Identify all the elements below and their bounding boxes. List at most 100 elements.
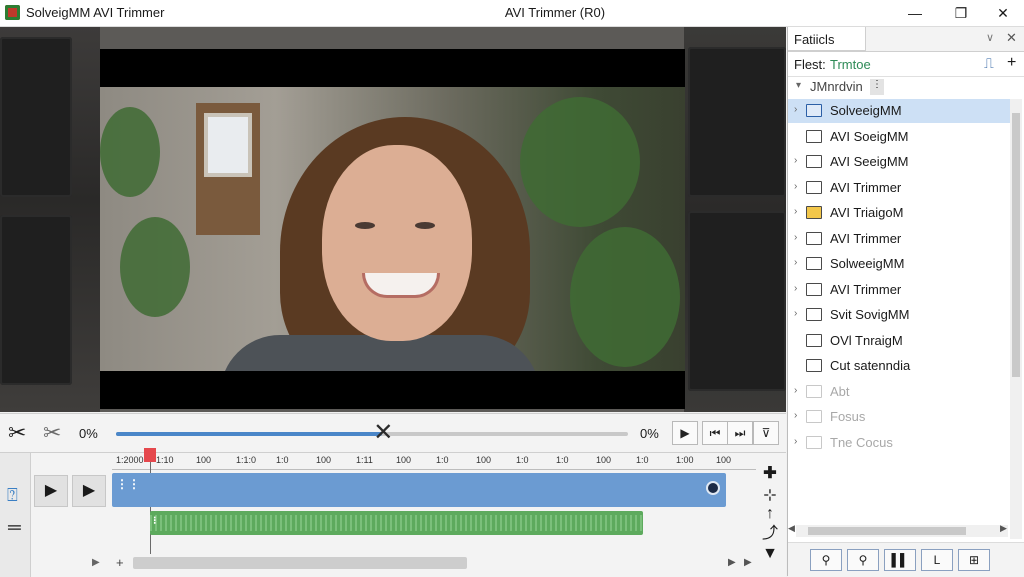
pause-icon-button[interactable]: ▌▌ xyxy=(884,549,916,571)
grid-tool-button[interactable]: ⊞ xyxy=(958,549,990,571)
chevron-down-icon[interactable]: ∨ xyxy=(986,31,994,44)
tree-expand-icon[interactable]: › xyxy=(794,308,797,319)
next-frame-button[interactable]: ⏭ xyxy=(727,421,753,445)
tree-item-label: AVI Trimmer xyxy=(830,281,902,297)
folder-menu-icon[interactable]: ⋮ xyxy=(870,79,884,95)
folder-path: JMnrdvin xyxy=(810,79,863,94)
tree-expand-icon[interactable]: › xyxy=(794,385,797,396)
close-button[interactable]: ✕ xyxy=(980,0,1024,26)
audio-track[interactable]: ⁝ xyxy=(150,511,643,535)
tab-files[interactable]: Fatiicls xyxy=(788,27,866,51)
ruler-tick: 1:1:0 xyxy=(236,455,257,465)
move-down-icon[interactable]: ▼ xyxy=(756,543,784,565)
play-button[interactable]: ▶ xyxy=(672,421,698,445)
tree-item[interactable]: OVl TnraigM xyxy=(788,329,1010,353)
panel-close-icon[interactable]: ✕ xyxy=(1006,30,1017,46)
ruler-tick: 100 xyxy=(596,455,612,465)
speaker-left-top xyxy=(0,37,72,197)
tree-item-label: AVI Trimmer xyxy=(830,230,902,246)
ruler-tick: 1:10 xyxy=(156,455,174,465)
panel-tab-bar: Fatiicls ∨ ✕ xyxy=(788,27,1024,52)
move-up-icon[interactable]: ↑ xyxy=(756,503,784,525)
timeline-scrollbar[interactable] xyxy=(133,557,467,569)
plant-left xyxy=(100,107,160,197)
zoom-in-icon[interactable]: ✚ xyxy=(756,463,784,485)
file-tree-hscrollbar[interactable]: ◀ ▶ xyxy=(788,523,1008,537)
tree-expand-icon[interactable]: › xyxy=(794,104,797,115)
plant-left-2 xyxy=(120,217,190,317)
tree-item[interactable]: › Fosus xyxy=(788,405,1010,429)
tree-item[interactable]: › Svit SovigMM xyxy=(788,303,1010,327)
tree-expand-icon[interactable]: › xyxy=(794,257,797,268)
tree-item[interactable]: › SolveeigMM xyxy=(788,99,1010,123)
scroll-left-icon[interactable]: ▶ xyxy=(92,557,100,568)
tree-item[interactable]: › AVI SeeigMM xyxy=(788,150,1010,174)
search-icon-button[interactable]: ⚲ xyxy=(847,549,879,571)
cut-icon[interactable]: ✂ xyxy=(8,422,26,444)
minimize-button[interactable]: — xyxy=(892,0,938,26)
add-marker-icon[interactable]: + xyxy=(116,555,124,570)
waveform-icon[interactable]: ⎍ xyxy=(984,55,994,72)
pin-icon-button[interactable]: ⚲ xyxy=(810,549,842,571)
tree-item[interactable]: › AVI TriaigoM xyxy=(788,201,1010,225)
filter-button[interactable]: ⊽ xyxy=(753,421,779,445)
tree-expand-icon[interactable]: › xyxy=(794,232,797,243)
tree-expand-icon[interactable]: › xyxy=(794,436,797,447)
seek-handle-icon[interactable]: ✕ xyxy=(373,421,393,445)
tree-item-label: AVI SeeigMM xyxy=(830,154,909,169)
filter-label: Flest: xyxy=(794,57,826,72)
tree-item-label: OVl TnraigM xyxy=(830,332,903,348)
ruler-tick: 100 xyxy=(396,455,412,465)
tree-item-label: AVI TriaigoM xyxy=(830,205,904,220)
tree-item[interactable]: › AVI Trimmer xyxy=(788,227,1010,251)
cut-secondary-icon[interactable]: ✂ xyxy=(43,422,61,444)
scroll-right-icon[interactable]: ▶ xyxy=(728,557,736,568)
scroll-end-icon[interactable]: ▶ xyxy=(744,557,752,568)
video-preview[interactable] xyxy=(0,27,786,412)
tree-item-label: Cut satenndia xyxy=(830,358,911,373)
folder-icon xyxy=(806,155,822,168)
l-tool-button[interactable]: L xyxy=(921,549,953,571)
playback-controls: ✂ ✂ 0% ✕ 0% ▶ ⏮ ⏭ ⊽ xyxy=(0,413,786,452)
video-track-end-icon[interactable] xyxy=(706,481,720,495)
timeline-play-button[interactable]: ▶ xyxy=(34,475,68,507)
tree-expand-icon[interactable]: › xyxy=(794,181,797,192)
tree-expand-icon[interactable]: › xyxy=(794,155,797,166)
tree-item[interactable]: Cut satenndia xyxy=(788,354,1010,378)
tree-expand-icon[interactable]: › xyxy=(794,283,797,294)
tree-expand-icon[interactable]: › xyxy=(794,410,797,421)
time-ruler[interactable]: 1:2000 1:10 100 1:1:0 1:0 100 1:11 100 1:0 100 1:0… xyxy=(112,453,756,470)
maximize-button[interactable]: ❐ xyxy=(938,0,984,26)
ruler-tick: 1:0 xyxy=(636,455,649,465)
ruler-tick: 1:0 xyxy=(276,455,289,465)
add-icon[interactable]: + xyxy=(1007,54,1016,72)
timeline-next-button[interactable]: ▶ xyxy=(72,475,106,507)
tree-item[interactable]: AVI SoeigMM xyxy=(788,125,1010,149)
previous-frame-button[interactable]: ⏮ xyxy=(702,421,728,445)
tree-item[interactable]: › AVI Trimmer xyxy=(788,176,1010,200)
filter-value[interactable]: Trmtoe xyxy=(830,57,871,72)
seek-bar[interactable]: ✕ xyxy=(116,421,628,445)
menu-icon[interactable]: ═ xyxy=(8,517,21,538)
folder-icon xyxy=(806,206,822,219)
speaker-right-bottom xyxy=(688,211,786,391)
files-panel: Fatiicls ∨ ✕ Flest: Trmtoe ⎍ + ▾ JMnrdvi… xyxy=(787,27,1024,577)
start-percent: 0% xyxy=(79,426,98,441)
tree-item-label: SolveeigMM xyxy=(830,103,902,118)
tree-item-label: Svit SovigMM xyxy=(830,307,910,322)
tree-item[interactable]: › Abt xyxy=(788,380,1010,404)
file-tree-scrollbar[interactable] xyxy=(1010,99,1022,539)
tree-item[interactable]: › SolweeigMM xyxy=(788,252,1010,276)
curve-icon[interactable]: ⤴ xyxy=(756,523,784,545)
video-track[interactable]: ⋮⋮ xyxy=(112,473,726,507)
tree-item[interactable]: › Tne Cocus xyxy=(788,431,1010,455)
folder-expand-icon[interactable]: ▾ xyxy=(796,80,801,91)
tree-expand-icon[interactable]: › xyxy=(794,206,797,217)
tree-item[interactable]: › AVI Trimmer xyxy=(788,278,1010,302)
ruler-tick: 100 xyxy=(316,455,332,465)
folder-icon xyxy=(806,282,822,296)
panel-bottom-toolbar: ⚲ ⚲ ▌▌ L ⊞ xyxy=(788,542,1024,577)
playhead-marker[interactable] xyxy=(144,448,156,462)
ruler-tick: 1:0 xyxy=(516,455,529,465)
help-icon[interactable]: ⍰ xyxy=(7,485,18,506)
